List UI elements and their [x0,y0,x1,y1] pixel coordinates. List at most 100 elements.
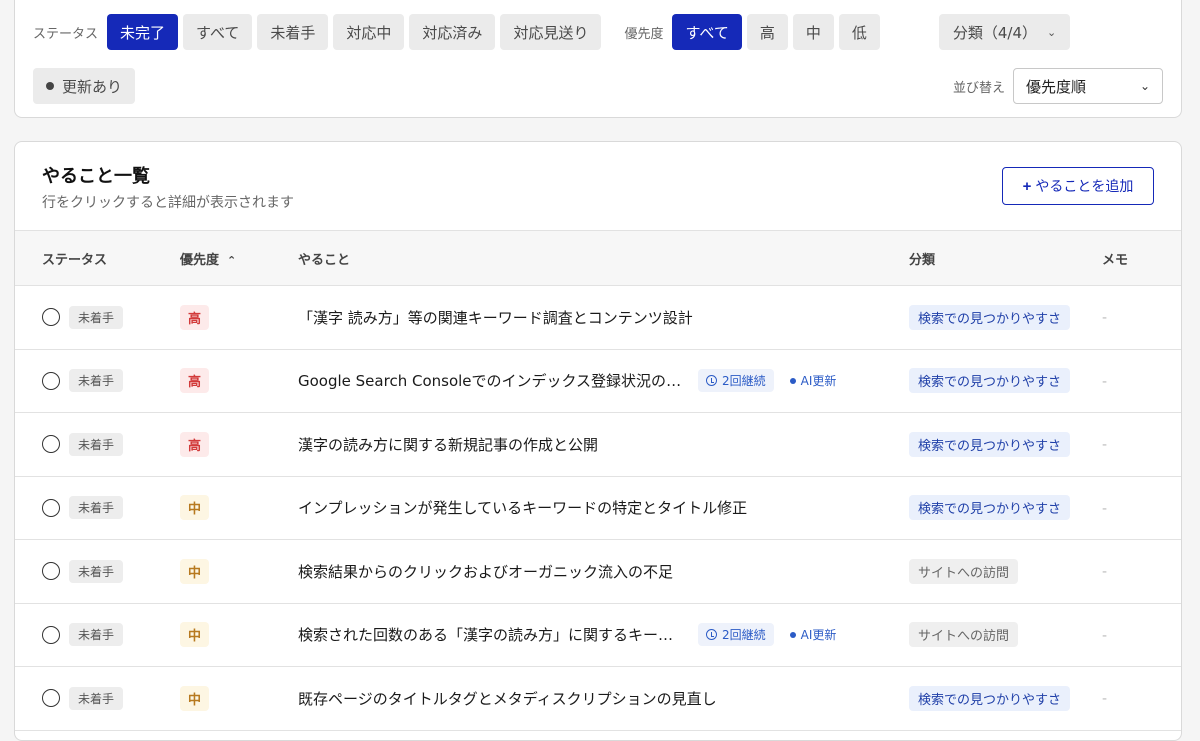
status-badge: 未着手 [69,432,124,456]
status-badge: 未着手 [69,305,124,329]
status-chip-incomplete[interactable]: 未完了 [107,14,179,50]
task-title: インプレッションが発生しているキーワードの特定とタイトル修正 [298,499,748,518]
sort-label: 並び替え [952,80,1005,96]
continuation-badge: 2回継続 [698,369,774,393]
memo-value: - [1102,691,1108,708]
sort-select[interactable]: 優先度順 ⌄ [1013,68,1163,104]
column-header-task[interactable]: やること [271,230,882,286]
chevron-up-icon: ⌃ [227,253,237,267]
priority-filter-label: 優先度 [624,26,664,42]
task-title: 既存ページのタイトルタグとメタディスクリプションの見直し [298,689,717,708]
clock-icon [706,629,717,641]
priority-badge: 高 [180,304,210,330]
task-title: Google Search Consoleでのインデックス登録状況の確認 [298,372,688,391]
memo-value: - [1102,373,1108,390]
add-todo-label: やることを追加 [1035,178,1134,194]
task-title: 「漢字 読み方」等の関連キーワード調査とコンテンツ設計 [298,308,693,327]
ai-update-badge: AI更新 [789,372,837,389]
status-badge: 未着手 [69,496,124,520]
category-badge: サイトへの訪問 [909,558,1019,584]
priority-chip-all[interactable]: すべて [672,14,742,50]
status-filter-group: 未完了 すべて 未着手 対応中 対応済み 対応見送り [107,14,606,50]
dot-icon [789,631,796,638]
clock-icon [706,375,717,387]
table-header-row: ステータス 優先度 ⌃ やること 分類 メモ [15,230,1181,286]
chevron-down-icon: ⌄ [1047,25,1057,39]
dot-icon [789,377,796,384]
continuation-badge: 2回継続 [698,623,774,647]
filter-row: ステータス 未完了 すべて 未着手 対応中 対応済み 対応見送り 優先度 すべて… [33,14,1163,50]
column-header-priority[interactable]: 優先度 ⌃ [153,230,271,286]
priority-badge: 中 [180,495,210,521]
status-chip-all[interactable]: すべて [183,14,253,50]
sort-control: 並び替え 優先度順 ⌄ [953,68,1163,104]
priority-chip-high[interactable]: 高 [746,14,788,50]
priority-chip-mid[interactable]: 中 [792,14,834,50]
status-chip-in-progress[interactable]: 対応中 [333,14,405,50]
category-badge: サイトへの訪問 [909,622,1019,648]
filter-panel: ステータス 未完了 すべて 未着手 対応中 対応済み 対応見送り 優先度 すべて… [14,0,1182,118]
status-badge: 未着手 [69,686,124,710]
category-badge: 検索での見つかりやすさ [909,304,1071,330]
page-title: やること一覧 [42,166,150,187]
list-header: やること一覧 行をクリックすると詳細が表示されます + やることを追加 [15,142,1181,230]
ai-update-badge: AI更新 [789,626,836,643]
sort-select-value: 優先度順 [1026,77,1087,96]
continuation-label: 2回継続 [722,628,766,643]
list-subtitle: 行をクリックすると詳細が表示されます [42,195,294,211]
table-row[interactable]: 未着手 高 Google Search Consoleでのインデックス登録状況の… [15,349,1181,413]
complete-radio[interactable] [42,625,60,644]
column-header-priority-label: 優先度 [180,252,220,268]
complete-radio[interactable] [42,562,60,581]
memo-value: - [1102,564,1108,581]
complete-radio[interactable] [42,689,60,708]
category-badge: 検索での見つかりやすさ [909,368,1071,394]
status-badge: 未着手 [69,369,124,393]
memo-value: - [1102,500,1108,517]
plus-icon: + [1022,177,1032,195]
add-todo-button[interactable]: + やることを追加 [1002,167,1154,205]
complete-radio[interactable] [42,498,60,517]
updated-filter-label: 更新あり [62,77,123,96]
complete-radio[interactable] [42,371,60,390]
table-row[interactable]: 未着手 高 漢字の読み方に関する新規記事の作成と公開 検索での見つかりやすさ - [15,413,1181,476]
ai-update-label: AI更新 [800,374,837,389]
category-filter-dropdown[interactable]: 分類（4/4） ⌄ [938,14,1071,50]
column-header-category[interactable]: 分類 [882,230,1102,286]
complete-radio[interactable] [42,308,60,327]
priority-badge: 高 [180,431,210,457]
status-chip-done[interactable]: 対応済み [409,14,496,50]
table-row[interactable]: 未着手 中 検索結果からのクリックおよびオーガニック流入の不足 サイトへの訪問 … [15,540,1181,603]
column-header-status[interactable]: ステータス [15,230,153,286]
task-title: 漢字の読み方に関する新規記事の作成と公開 [298,435,599,454]
task-title: 検索された回数のある「漢字の読み方」に関するキーワード [298,626,688,645]
memo-value: - [1102,437,1108,454]
status-chip-not-started[interactable]: 未着手 [257,14,329,50]
priority-badge: 中 [180,685,210,711]
chevron-down-icon: ⌄ [1139,79,1150,93]
category-badge: 検索での見つかりやすさ [909,685,1071,711]
todo-list-card: やること一覧 行をクリックすると詳細が表示されます + やることを追加 ステータ… [14,141,1182,741]
priority-chip-low[interactable]: 低 [838,14,880,50]
status-chip-skipped[interactable]: 対応見送り [500,14,602,50]
complete-radio[interactable] [42,435,60,454]
category-badge: 検索での見つかりやすさ [909,495,1071,521]
table-row[interactable]: 未着手 中 インプレッションが発生しているキーワードの特定とタイトル修正 検索で… [15,476,1181,540]
task-title: 検索結果からのクリックおよびオーガニック流入の不足 [298,562,674,581]
status-badge: 未着手 [69,623,124,647]
filter-row-secondary: 更新あり 並び替え 優先度順 ⌄ [33,68,1163,104]
updated-filter-chip[interactable]: 更新あり [33,68,136,104]
table-row[interactable]: 未着手 中 検索された回数のある「漢字の読み方」に関するキーワード 2回継続 AI更… [15,603,1181,667]
memo-value: - [1102,627,1108,644]
priority-badge: 中 [180,622,210,648]
status-filter-label: ステータス [33,26,99,42]
priority-badge: 中 [180,558,210,584]
dot-icon [46,82,54,90]
priority-badge: 高 [180,368,210,394]
priority-filter-group: すべて 高 中 低 [672,14,884,50]
table-row[interactable]: 未着手 高 「漢字 読み方」等の関連キーワード調査とコンテンツ設計 検索での見つ… [15,286,1181,349]
column-header-memo[interactable]: メモ [1102,230,1181,286]
category-badge: 検索での見つかりやすさ [909,431,1071,457]
table-row[interactable]: 未着手 中 既存ページのタイトルタグとメタディスクリプションの見直し 検索での見… [15,667,1181,730]
memo-value: - [1102,310,1108,327]
